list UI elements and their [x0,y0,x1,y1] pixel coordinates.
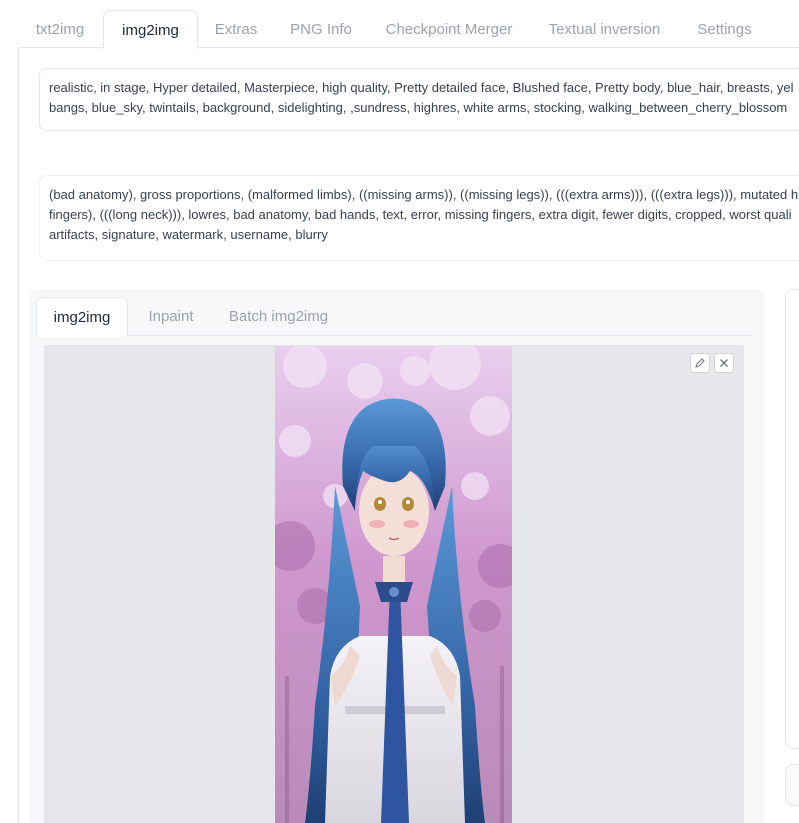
tab-settings[interactable]: Settings [687,10,762,48]
clear-image-button[interactable] [714,353,734,373]
tab-png-info[interactable]: PNG Info [280,10,362,48]
negative-prompt-line: artifacts, signature, watermark, usernam… [49,227,328,242]
panel-border [18,47,19,823]
output-action-button[interactable] [785,764,799,806]
subtab-inpaint[interactable]: Inpaint [135,297,207,336]
tab-txt2img[interactable]: txt2img [24,10,96,48]
negative-prompt-input[interactable]: (bad anatomy), gross proportions, (malfo… [39,175,799,261]
prompt-line: realistic, in stage, Hyper detailed, Mas… [49,80,794,95]
output-gallery-panel [785,289,799,749]
tab-checkpoint-merger[interactable]: Checkpoint Merger [378,10,520,48]
subtab-img2img[interactable]: img2img [36,297,128,337]
main-tab-bar: txt2img img2img Extras PNG Info Checkpoi… [0,0,799,49]
pencil-icon [695,358,705,368]
close-icon [720,359,728,367]
anime-girl-illustration [275,346,512,823]
tab-textual-inversion[interactable]: Textual inversion [538,10,671,48]
uploaded-image [275,346,512,823]
negative-prompt-line: (bad anatomy), gross proportions, (malfo… [49,187,799,202]
edit-image-button[interactable] [690,353,710,373]
tab-extras[interactable]: Extras [205,10,267,48]
tab-img2img[interactable]: img2img [103,10,198,49]
prompt-line: bangs, blue_sky, twintails, background, … [49,100,788,115]
prompt-input[interactable]: realistic, in stage, Hyper detailed, Mas… [39,68,799,131]
negative-prompt-line: fingers), (((long neck))), lowres, bad a… [49,207,792,222]
subtab-batch-img2img[interactable]: Batch img2img [221,297,336,336]
sub-tab-bar: img2img Inpaint Batch img2img [36,297,754,337]
